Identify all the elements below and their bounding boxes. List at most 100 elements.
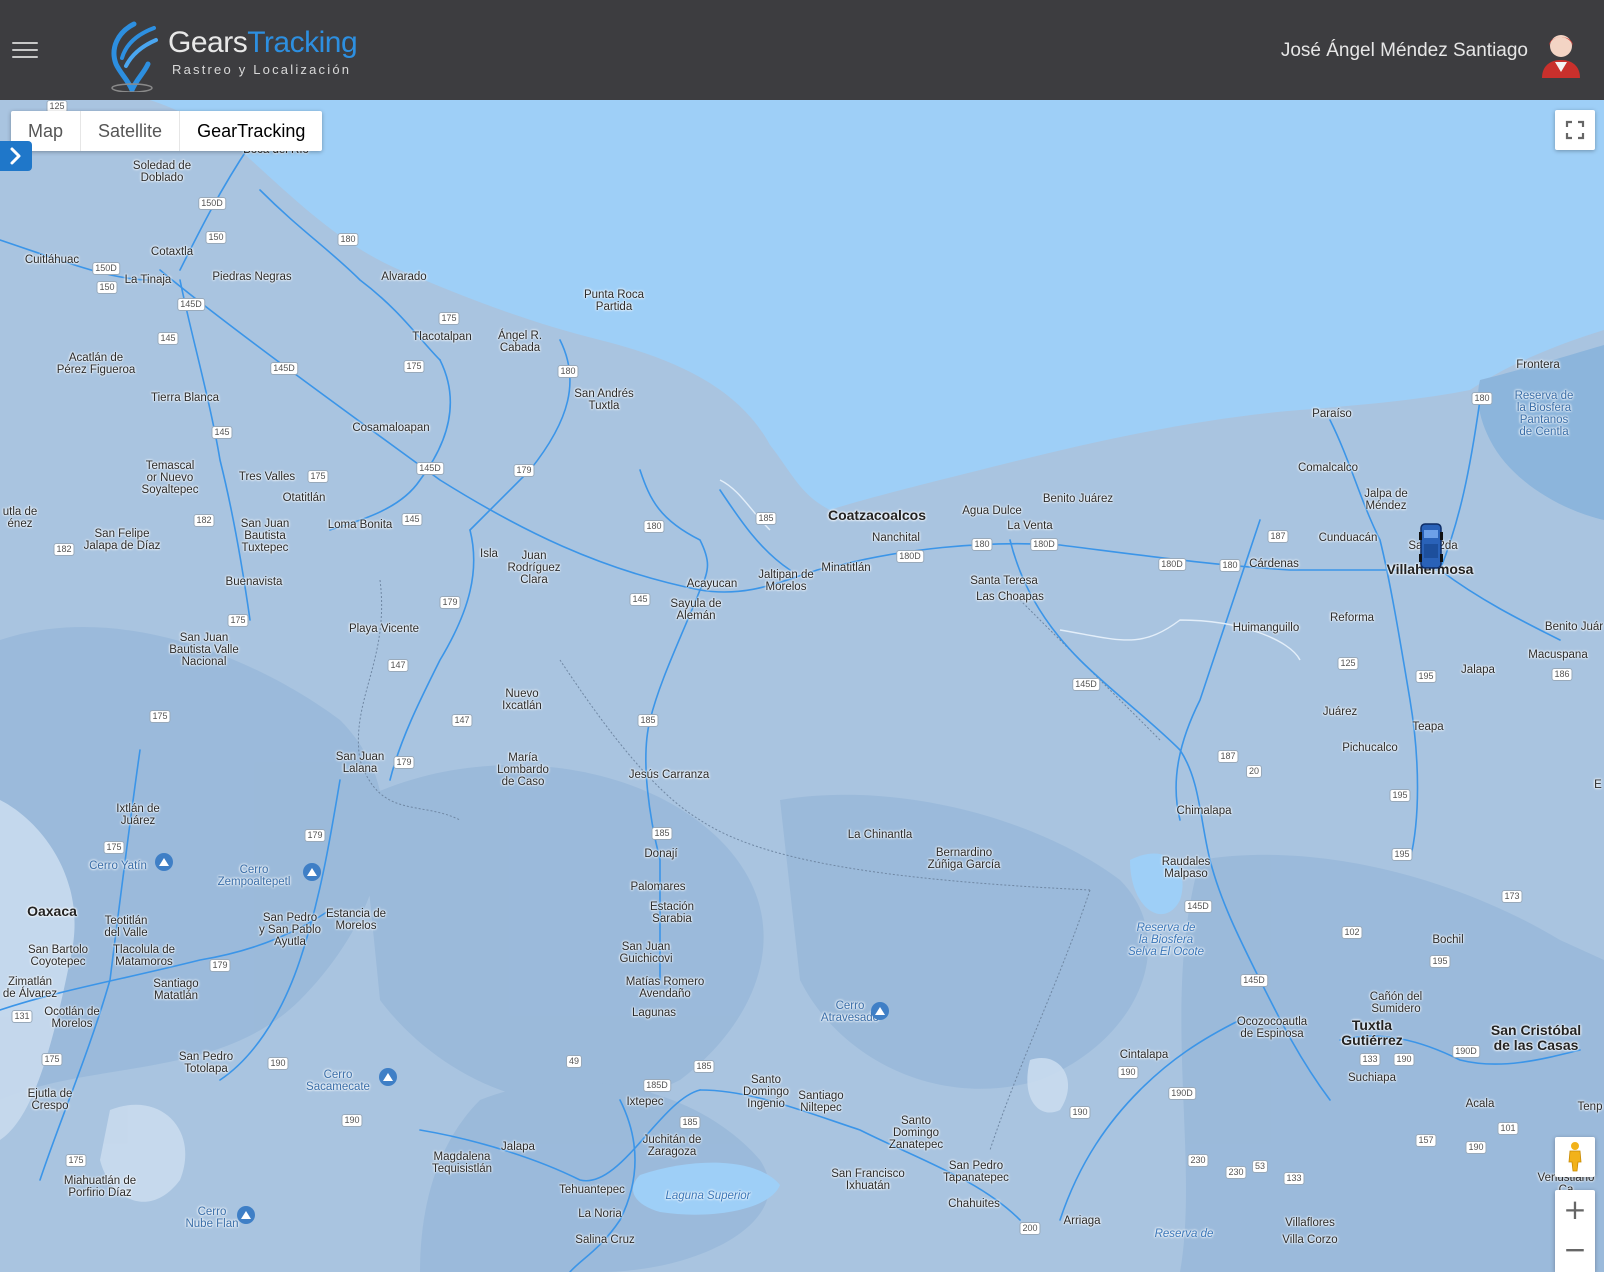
road-shield: 180 [557,365,579,378]
map-label: Cerro Nube Flan [185,1206,239,1230]
road-shield: 182 [193,514,215,527]
pegman-icon [1568,1142,1582,1172]
map-label: Ocozocoautla de Espinosa [1236,1016,1308,1040]
map-type-geartracking[interactable]: GearTracking [179,111,322,151]
map-label: Chimalapa [1176,805,1232,817]
map-label: Cosamaloapan [352,422,430,434]
map-label: Teapa [1412,721,1444,733]
road-shield: 150 [96,281,118,294]
map-label: Tehuantepec [559,1184,625,1196]
road-shield: 180 [1471,392,1493,405]
road-shield: 180 [1219,559,1241,572]
map-label: Donají [644,848,678,860]
brand-logo[interactable]: GearsTracking Rastreo y Localización [104,16,364,92]
map-type-satellite[interactable]: Satellite [80,111,179,151]
map-label: Jalapa [501,1141,535,1153]
map-label: Tenp [1577,1101,1603,1113]
zoom-out-button[interactable]: − [1555,1230,1595,1270]
map-label: E [1594,779,1602,791]
road-shield: 190 [1393,1053,1415,1066]
map-label: San Juan Bautista Valle Nacional [169,632,239,668]
road-shield: 133 [1283,1172,1305,1185]
user-name[interactable]: José Ángel Méndez Santiago [1281,40,1528,62]
map-label: Cerro Sacamecate [306,1069,370,1093]
map-label: Ocotlán de Morelos [44,1006,100,1030]
map-label: Nuevo Ixcatlán [502,688,542,712]
mountain-poi-icon [303,863,321,881]
road-shield: 150D [92,262,120,275]
map-label: Cunduacán [1318,532,1378,544]
map-label: Raudales Malpaso [1161,856,1211,880]
map-label: Punta Roca Partida [583,289,645,313]
map-label: Loma Bonita [327,519,393,531]
map-label: La Venta [1007,520,1053,532]
map-label: Santiago Niltepec [798,1090,844,1114]
map-label: Reserva de la Biosfera Selva El Ocote [1127,922,1205,958]
logo-wordmark: GearsTracking [168,26,358,59]
map-label: Comalcalco [1297,462,1359,474]
map-label: Tuxtla Gutiérrez [1341,1017,1403,1048]
map-type-control: Map Satellite GearTracking [11,111,323,151]
map-label: Santo Domingo Ingenio [742,1074,790,1110]
map-label: Tierra Blanca [151,392,219,404]
map-label: Ángel R. Cabada [497,330,543,354]
road-shield: 145 [211,426,233,439]
map-label: Jesús Carranza [628,769,710,781]
map-label: Reserva de [1154,1228,1214,1240]
map-label: Cañón del Sumidero [1369,991,1423,1015]
road-shield: 180D [1030,538,1058,551]
road-shield: 175 [149,710,171,723]
map-label: Cerro Zempoaltepetl [217,864,291,888]
road-shield: 182 [53,543,75,556]
road-shield: 145 [629,593,651,606]
map-label: Laguna Superior [665,1190,751,1202]
mountain-poi-icon [237,1206,255,1224]
road-shield: 190D [1452,1045,1480,1058]
road-shield: 190 [267,1057,289,1070]
map-label: Isla [480,548,498,560]
zoom-in-button[interactable]: + [1555,1190,1595,1230]
sidebar-toggle-button[interactable] [0,141,32,171]
road-shield: 185 [679,1116,701,1129]
road-shield: 180 [971,538,993,551]
map-label: San Andrés Tuxtla [574,388,634,412]
map-label: San Cristóbal de las Casas [1490,1022,1582,1053]
hamburger-menu-icon[interactable] [12,42,38,60]
road-shield: 195 [1391,848,1413,861]
road-shield: 145 [401,513,423,526]
road-shield: 20 [1245,765,1263,778]
vehicle-marker-icon[interactable] [1418,520,1444,572]
road-shield: 180D [896,550,924,563]
fullscreen-icon [1565,120,1585,140]
map-label: Coatzacoalcos [827,507,927,523]
map-label: San Pedro Tapanatepec [943,1160,1009,1184]
road-shield: 145D [270,362,298,375]
road-shield: 175 [403,360,425,373]
map-canvas[interactable]: Boca del Río Soledad de Doblado Cotaxtla… [0,100,1604,1272]
logo-tagline: Rastreo y Localización [172,62,352,77]
user-avatar-icon[interactable] [1538,28,1584,78]
road-shield: 131 [11,1010,33,1023]
map-label: Reserva de la Biosfera Pantanos de Centl… [1514,390,1574,438]
map-label: Tlacolula de Matamoros [112,944,176,968]
map-label: Suchiapa [1348,1072,1396,1084]
road-shield: 147 [451,714,473,727]
chevron-right-icon [10,147,21,165]
map-label: Palomares [630,881,686,893]
road-shield: 157 [1415,1134,1437,1147]
road-shield: 190 [1465,1141,1487,1154]
map-label: Frontera [1516,359,1560,371]
map-label: Matías Romero Avendaño [625,976,705,1000]
road-shield: 195 [1429,955,1451,968]
road-shield: 186 [1551,668,1573,681]
road-shield: 195 [1389,789,1411,802]
map-label: Estancia de Morelos [325,908,387,932]
road-shield: 101 [1497,1122,1519,1135]
road-shield: 185 [651,827,673,840]
map-label: Cárdenas [1249,558,1299,570]
street-view-button[interactable] [1555,1137,1595,1177]
road-shield: 145D [1184,900,1212,913]
fullscreen-button[interactable] [1555,110,1595,150]
road-shield: 175 [65,1154,87,1167]
map-label: Nanchital [872,532,920,544]
